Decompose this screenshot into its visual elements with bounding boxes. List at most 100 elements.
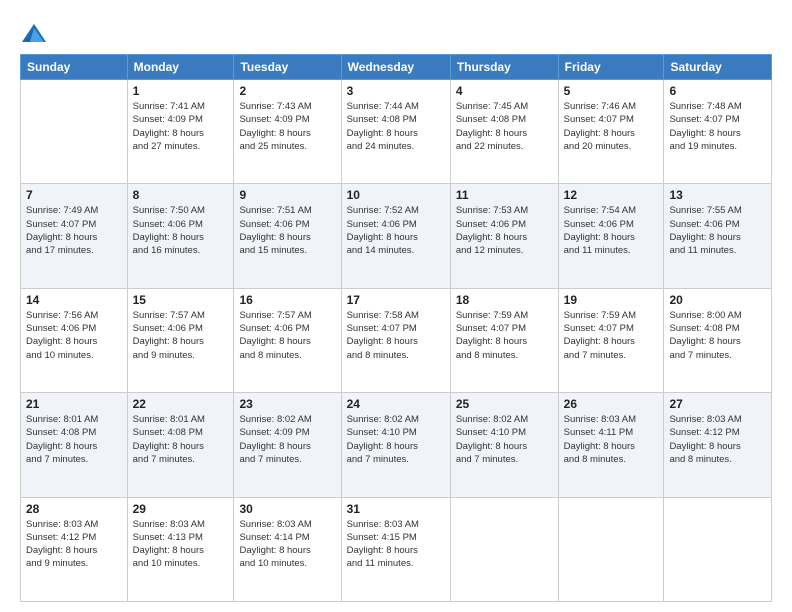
day-number: 1 [133,84,229,98]
logo-icon [20,20,48,48]
day-info: Sunrise: 7:55 AM Sunset: 4:06 PM Dayligh… [669,204,766,257]
calendar-cell: 23 Sunrise: 8:02 AM Sunset: 4:09 PM Dayli… [234,393,341,497]
calendar-cell [558,497,664,601]
calendar-cell: 29Sunrise: 8:03 AM Sunset: 4:13 PM Dayli… [127,497,234,601]
day-number: 31 [347,502,445,516]
weekday-header-wednesday: Wednesday [341,55,450,80]
day-number: 27 [669,397,766,411]
week-row-1: 1 Sunrise: 7:41 AM Sunset: 4:09 PM Daylig… [21,80,772,184]
day-number: 21 [26,397,122,411]
calendar-cell: 9Sunrise: 7:51 AM Sunset: 4:06 PM Daylig… [234,184,341,288]
calendar-cell: 13Sunrise: 7:55 AM Sunset: 4:06 PM Dayli… [664,184,772,288]
calendar-cell: 14 Sunrise: 7:56 AM Sunset: 4:06 PM Dayli… [21,288,128,392]
day-info: Sunrise: 8:02 AM Sunset: 4:10 PM Dayligh… [347,413,445,466]
calendar-cell: 6 Sunrise: 7:48 AM Sunset: 4:07 PM Daylig… [664,80,772,184]
day-info: Sunrise: 8:00 AM Sunset: 4:08 PM Dayligh… [669,309,766,362]
weekday-header-saturday: Saturday [664,55,772,80]
calendar-cell: 16Sunrise: 7:57 AM Sunset: 4:06 PM Dayli… [234,288,341,392]
weekday-header-thursday: Thursday [450,55,558,80]
weekday-header-tuesday: Tuesday [234,55,341,80]
weekday-header-row: SundayMondayTuesdayWednesdayThursdayFrid… [21,55,772,80]
calendar-cell: 25 Sunrise: 8:02 AM Sunset: 4:10 PM Dayli… [450,393,558,497]
calendar-cell: 11 Sunrise: 7:53 AM Sunset: 4:06 PM Dayli… [450,184,558,288]
day-info: Sunrise: 7:54 AM Sunset: 4:06 PM Dayligh… [564,204,659,257]
day-number: 28 [26,502,122,516]
calendar-cell: 12Sunrise: 7:54 AM Sunset: 4:06 PM Dayli… [558,184,664,288]
calendar-cell [664,497,772,601]
day-number: 15 [133,293,229,307]
calendar-cell: 8 Sunrise: 7:50 AM Sunset: 4:06 PM Daylig… [127,184,234,288]
calendar-cell: 5 Sunrise: 7:46 AM Sunset: 4:07 PM Daylig… [558,80,664,184]
day-info: Sunrise: 7:56 AM Sunset: 4:06 PM Dayligh… [26,309,122,362]
calendar-cell: 31Sunrise: 8:03 AM Sunset: 4:15 PM Dayli… [341,497,450,601]
calendar-cell: 19 Sunrise: 7:59 AM Sunset: 4:07 PM Dayli… [558,288,664,392]
page: SundayMondayTuesdayWednesdayThursdayFrid… [0,0,792,612]
day-info: Sunrise: 7:46 AM Sunset: 4:07 PM Dayligh… [564,100,659,153]
weekday-header-friday: Friday [558,55,664,80]
day-info: Sunrise: 7:50 AM Sunset: 4:06 PM Dayligh… [133,204,229,257]
day-info: Sunrise: 7:44 AM Sunset: 4:08 PM Dayligh… [347,100,445,153]
day-number: 8 [133,188,229,202]
day-info: Sunrise: 7:59 AM Sunset: 4:07 PM Dayligh… [456,309,553,362]
day-number: 3 [347,84,445,98]
calendar-cell: 28 Sunrise: 8:03 AM Sunset: 4:12 PM Dayli… [21,497,128,601]
calendar-cell: 26 Sunrise: 8:03 AM Sunset: 4:11 PM Dayli… [558,393,664,497]
day-info: Sunrise: 8:03 AM Sunset: 4:11 PM Dayligh… [564,413,659,466]
day-number: 6 [669,84,766,98]
day-info: Sunrise: 7:43 AM Sunset: 4:09 PM Dayligh… [239,100,335,153]
day-number: 25 [456,397,553,411]
day-number: 5 [564,84,659,98]
day-number: 10 [347,188,445,202]
day-info: Sunrise: 8:03 AM Sunset: 4:12 PM Dayligh… [26,518,122,571]
day-info: Sunrise: 7:45 AM Sunset: 4:08 PM Dayligh… [456,100,553,153]
day-info: Sunrise: 7:49 AM Sunset: 4:07 PM Dayligh… [26,204,122,257]
day-info: Sunrise: 7:52 AM Sunset: 4:06 PM Dayligh… [347,204,445,257]
week-row-2: 7 Sunrise: 7:49 AM Sunset: 4:07 PM Daylig… [21,184,772,288]
logo [20,20,52,48]
day-number: 18 [456,293,553,307]
calendar-cell [21,80,128,184]
calendar-cell: 21 Sunrise: 8:01 AM Sunset: 4:08 PM Dayli… [21,393,128,497]
day-number: 23 [239,397,335,411]
day-number: 2 [239,84,335,98]
day-info: Sunrise: 7:59 AM Sunset: 4:07 PM Dayligh… [564,309,659,362]
day-number: 22 [133,397,229,411]
day-info: Sunrise: 7:58 AM Sunset: 4:07 PM Dayligh… [347,309,445,362]
day-info: Sunrise: 7:48 AM Sunset: 4:07 PM Dayligh… [669,100,766,153]
day-number: 16 [239,293,335,307]
weekday-header-monday: Monday [127,55,234,80]
day-info: Sunrise: 7:41 AM Sunset: 4:09 PM Dayligh… [133,100,229,153]
week-row-3: 14 Sunrise: 7:56 AM Sunset: 4:06 PM Dayli… [21,288,772,392]
calendar-cell: 22Sunrise: 8:01 AM Sunset: 4:08 PM Dayli… [127,393,234,497]
day-info: Sunrise: 8:03 AM Sunset: 4:13 PM Dayligh… [133,518,229,571]
day-number: 20 [669,293,766,307]
day-info: Sunrise: 7:53 AM Sunset: 4:06 PM Dayligh… [456,204,553,257]
header [20,16,772,48]
day-info: Sunrise: 8:03 AM Sunset: 4:12 PM Dayligh… [669,413,766,466]
day-number: 30 [239,502,335,516]
day-number: 14 [26,293,122,307]
day-number: 26 [564,397,659,411]
calendar-cell: 2 Sunrise: 7:43 AM Sunset: 4:09 PM Daylig… [234,80,341,184]
day-info: Sunrise: 8:02 AM Sunset: 4:10 PM Dayligh… [456,413,553,466]
day-info: Sunrise: 8:02 AM Sunset: 4:09 PM Dayligh… [239,413,335,466]
day-number: 4 [456,84,553,98]
day-number: 17 [347,293,445,307]
week-row-5: 28 Sunrise: 8:03 AM Sunset: 4:12 PM Dayli… [21,497,772,601]
day-number: 7 [26,188,122,202]
calendar: SundayMondayTuesdayWednesdayThursdayFrid… [20,54,772,602]
weekday-header-sunday: Sunday [21,55,128,80]
calendar-cell: 20 Sunrise: 8:00 AM Sunset: 4:08 PM Dayli… [664,288,772,392]
calendar-cell: 3 Sunrise: 7:44 AM Sunset: 4:08 PM Daylig… [341,80,450,184]
calendar-cell: 15Sunrise: 7:57 AM Sunset: 4:06 PM Dayli… [127,288,234,392]
calendar-cell: 17 Sunrise: 7:58 AM Sunset: 4:07 PM Dayli… [341,288,450,392]
day-number: 9 [239,188,335,202]
day-number: 24 [347,397,445,411]
calendar-cell: 18 Sunrise: 7:59 AM Sunset: 4:07 PM Dayli… [450,288,558,392]
day-info: Sunrise: 8:03 AM Sunset: 4:14 PM Dayligh… [239,518,335,571]
day-info: Sunrise: 8:01 AM Sunset: 4:08 PM Dayligh… [26,413,122,466]
week-row-4: 21 Sunrise: 8:01 AM Sunset: 4:08 PM Dayli… [21,393,772,497]
day-number: 11 [456,188,553,202]
day-number: 19 [564,293,659,307]
calendar-cell: 10 Sunrise: 7:52 AM Sunset: 4:06 PM Dayli… [341,184,450,288]
